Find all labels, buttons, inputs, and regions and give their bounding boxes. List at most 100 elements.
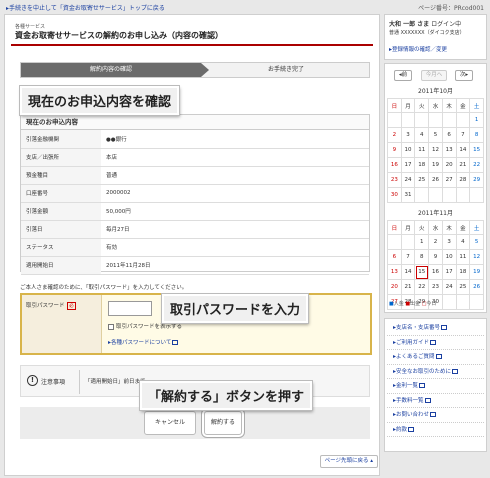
table-row: 支店／出張所 本店 <box>21 148 369 167</box>
external-window-icon <box>408 426 415 432</box>
calendar-day: 4 <box>455 234 471 250</box>
external-window-icon <box>430 412 437 417</box>
legend-deposit: ■入金 <box>389 301 404 307</box>
title-underline <box>11 44 373 46</box>
calendar-day: 17 <box>441 264 457 280</box>
calendar-panel: ◂前 今月へ 次▸ 2011年10月日月火水木金土 1 2 3 4 5 6 7 8 9 10 11 12… <box>384 63 487 313</box>
show-password-option[interactable]: 取引パスワードを表示する <box>108 322 182 330</box>
external-window-icon <box>441 325 448 330</box>
row-label: 引落金額 <box>21 202 101 221</box>
weekday-header: 木 <box>441 98 457 113</box>
back-to-top-link[interactable]: ▸手続きを中止して「資金お取寄せサービス」トップに戻る <box>6 3 165 12</box>
calendar-empty <box>441 187 457 203</box>
row-value: 2011年11月28日 <box>101 256 369 275</box>
calendar-legend: ■入金 ■出金 □今日 <box>389 300 436 307</box>
weekday-header: 火 <box>414 98 430 113</box>
cancel-button[interactable]: キャンセル <box>144 411 196 435</box>
password-input[interactable] <box>108 301 152 316</box>
calendar-day: 27 <box>441 172 457 188</box>
row-label: 口座番号 <box>21 184 101 203</box>
side-link[interactable]: ▸金利一覧 <box>387 379 484 394</box>
calendar-day: 15 <box>469 142 484 158</box>
page-top-button[interactable]: ページ先頭に戻る ▴ <box>319 455 378 468</box>
side-link[interactable]: ▸お問い合わせ <box>387 408 484 423</box>
weekday-header: 木 <box>441 220 457 235</box>
table-row: 預金種目 普通 <box>21 166 369 185</box>
step-current: 解約内容の確認 <box>21 63 209 77</box>
prev-month-button[interactable]: ◂前 <box>394 70 412 81</box>
current-contents-box: 現在のお申込内容 引落金融機関 ●●銀行 支店／出張所 本店 預金種目 普通 口座番号 200… <box>20 114 370 275</box>
notice-divider <box>79 370 80 394</box>
calendar-day: 18 <box>455 264 471 280</box>
row-label: 引落日 <box>21 220 101 239</box>
calendar-day: 29 <box>469 172 484 188</box>
show-password-checkbox[interactable] <box>108 323 114 330</box>
calendar-day: 16 <box>387 157 402 173</box>
calendar-day: 26 <box>428 172 443 188</box>
calendar-month-title: 2011年10月 <box>418 88 453 95</box>
notice-text: 「適用開始日」前日まで <box>85 379 146 385</box>
calendar-day: 5 <box>469 234 484 250</box>
calendar-day: 4 <box>414 127 430 143</box>
side-link[interactable]: ▸約款 <box>387 423 484 437</box>
step-next: お手続き完了 <box>267 66 304 73</box>
calendar-empty <box>387 234 402 250</box>
calendar-day: 20 <box>387 279 402 295</box>
submit-cancel-contract-button[interactable]: 解約する <box>204 411 242 435</box>
password-about-link[interactable]: ▸各種パスワードについて <box>108 338 179 346</box>
external-window-icon <box>435 354 442 359</box>
calendar-day: 22 <box>469 157 484 173</box>
side-link[interactable]: ▸安全なお取引のために <box>387 365 484 379</box>
side-link[interactable]: ▸手数料一覧 <box>387 394 484 408</box>
weekday-header: 水 <box>428 220 443 235</box>
calendar-day: 14 <box>455 142 471 158</box>
calendar-day: 2 <box>428 234 443 250</box>
calendar-day: 8 <box>414 249 430 265</box>
calendar-day: 17 <box>400 157 416 173</box>
calendar-day: 2 <box>387 127 402 143</box>
weekday-header: 日 <box>387 220 402 235</box>
chevron-right-icon: ▸ <box>465 72 469 78</box>
side-link[interactable]: ▸よくあるご質問 <box>387 350 484 365</box>
calendar-day: 31 <box>400 187 416 203</box>
weekday-header: 日 <box>387 98 402 113</box>
calendar-day: 8 <box>469 127 484 143</box>
legend-today: □今日 <box>421 301 437 307</box>
calendar-day: 16 <box>428 264 443 280</box>
calendar-day: 20 <box>441 157 457 173</box>
calendar-day: 3 <box>400 127 416 143</box>
row-label: 適用開始日 <box>21 256 101 275</box>
row-label: ステータス <box>21 238 101 257</box>
row-value: 本店 <box>101 148 369 167</box>
calendar-day: 25 <box>414 172 430 188</box>
chevron-up-icon: ▴ <box>370 458 373 464</box>
next-month-button[interactable]: 次▸ <box>455 70 473 81</box>
calendar-day: 19 <box>428 157 443 173</box>
external-window-icon <box>172 340 179 345</box>
weekday-header: 金 <box>455 98 471 113</box>
calendar-empty <box>400 112 416 128</box>
user-panel: 大和 一郎 さま ログイン中 普通 XXXXXXX（ダイコク支店） ▸登録情報の… <box>384 14 487 60</box>
calendar-empty <box>469 187 484 203</box>
table-row: 引落金額 50,000円 <box>21 202 369 221</box>
calendar-day: 23 <box>428 279 443 295</box>
this-month-button[interactable]: 今月へ <box>421 70 447 81</box>
calendar-day: 12 <box>469 249 484 265</box>
row-label: 支店／出張所 <box>21 148 101 167</box>
edit-registration-link[interactable]: ▸登録情報の確認／変更 <box>389 45 447 53</box>
table-row: 引落金融機関 ●●銀行 <box>21 130 369 149</box>
weekday-header: 土 <box>469 98 484 113</box>
side-link[interactable]: ▸支店名・支店番号 <box>387 321 484 336</box>
calendar-empty <box>414 112 430 128</box>
side-link[interactable]: ▸ご利用ガイド <box>387 336 484 350</box>
contents-table: 引落金融機関 ●●銀行 支店／出張所 本店 預金種目 普通 口座番号 2000002 引落金額 5… <box>21 130 369 275</box>
calendar-day: 28 <box>455 172 471 188</box>
calendar-day: 7 <box>455 127 471 143</box>
weekday-header: 水 <box>428 98 443 113</box>
calendar-day: 14 <box>400 264 416 280</box>
external-window-icon <box>430 339 437 345</box>
side-links-list: ▸支店名・支店番号 ▸ご利用ガイド ▸よくあるご質問 ▸安全なお取引のために ▸金利一覧… <box>385 319 486 439</box>
external-window-icon <box>424 397 431 403</box>
calendar-day: 13 <box>387 264 402 280</box>
calendar-day: 23 <box>387 172 402 188</box>
